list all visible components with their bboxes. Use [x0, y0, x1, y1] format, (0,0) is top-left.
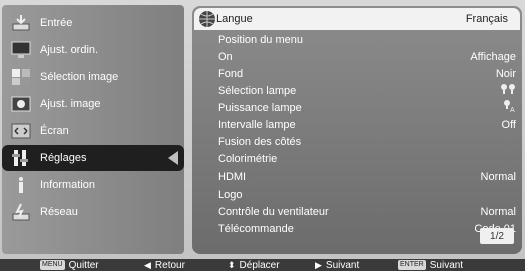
sidebar-item-label: Sélection image: [40, 71, 119, 83]
menu-row-label: Télécommande: [218, 222, 294, 235]
help-back: ◀ Retour: [144, 259, 185, 271]
menu-row-value: Normal: [480, 170, 516, 183]
menu-row-intervalle-lampe[interactable]: Intervalle lampe Off: [218, 116, 516, 133]
menu-row-label: Colorimétrie: [218, 152, 278, 165]
image-adjust-icon: [10, 94, 32, 114]
sidebar-item-ajust-image[interactable]: Ajust. image: [2, 91, 184, 117]
arrow-right-icon: ▶: [315, 259, 322, 270]
help-back-label: Retour: [154, 259, 185, 271]
projector-menu-frame: Entrée Ajust. ordin. Sélection image Aju…: [0, 0, 525, 259]
enter-key-icon: ENTER: [398, 260, 426, 270]
menu-row-puissance-lampe[interactable]: Puissance lampe A: [218, 99, 516, 116]
screen-icon: [10, 121, 32, 141]
help-next: ▶ Suivant: [315, 259, 359, 271]
menu-row-hdmi[interactable]: HDMI Normal: [218, 168, 516, 185]
menu-row-fusion-cotes[interactable]: Fusion des côtés: [218, 133, 516, 150]
menu-row-value: Normal: [480, 205, 516, 218]
help-next-label: Suivant: [325, 259, 360, 271]
sidebar: Entrée Ajust. ordin. Sélection image Aju…: [2, 5, 184, 254]
menu-row-fond[interactable]: Fond Noir: [218, 65, 516, 82]
information-icon: [10, 175, 32, 195]
menu-row-label: Sélection lampe: [218, 84, 297, 97]
sidebar-item-reseau[interactable]: Réseau: [2, 199, 184, 225]
svg-text:A: A: [510, 107, 515, 113]
sidebar-item-reglages[interactable]: Réglages: [2, 145, 184, 171]
menu-row-value: Français: [465, 13, 508, 25]
sidebar-item-label: Ajust. ordin.: [40, 44, 99, 56]
menu-row-label: Puissance lampe: [218, 101, 302, 114]
sidebar-item-label: Écran: [40, 125, 69, 137]
menu-row-colorimetrie[interactable]: Colorimétrie: [218, 150, 516, 167]
page-indicator: 1/2: [480, 228, 514, 244]
image-select-icon: [10, 67, 32, 87]
help-move-label: Déplacer: [239, 259, 280, 271]
menu-row-value: Off: [501, 118, 516, 131]
arrow-up-down-icon: ⬍: [228, 259, 236, 270]
menu-row-telecommande[interactable]: Télécommande Code 01: [218, 220, 516, 237]
menu-row-label: On: [218, 50, 233, 63]
menu-row-langue[interactable]: Langue Français: [194, 8, 520, 30]
sidebar-item-label: Entrée: [40, 17, 73, 29]
sidebar-item-entree[interactable]: Entrée: [2, 10, 184, 36]
help-quit: MENU Quitter: [40, 259, 99, 271]
menu-row-label: Logo: [218, 188, 243, 201]
globe-icon: [199, 11, 215, 27]
sidebar-item-information[interactable]: Information: [2, 172, 184, 198]
sidebar-item-label: Réseau: [40, 206, 78, 218]
settings-icon: [10, 148, 32, 168]
input-icon: [10, 13, 32, 33]
dual-lamp-icon: [500, 83, 516, 98]
menu-row-position-menu[interactable]: Position du menu: [218, 31, 516, 48]
help-quit-label: Quitter: [68, 259, 99, 271]
menu-row-label: Fond: [218, 67, 244, 80]
menu-row-value: Affichage: [470, 50, 516, 63]
menu-row-label: Fusion des côtés: [218, 135, 302, 148]
menu-row-on[interactable]: On Affichage: [218, 48, 516, 65]
network-icon: [10, 202, 32, 222]
sidebar-item-selection-image[interactable]: Sélection image: [2, 64, 184, 90]
settings-panel: Langue Français Position du menu On Affi…: [192, 6, 522, 254]
help-bar: MENU Quitter ◀ Retour ⬍ Déplacer ▶ Suiva…: [0, 259, 525, 271]
menu-key-icon: MENU: [40, 260, 65, 270]
menu-row-label: Position du menu: [218, 33, 303, 46]
menu-row-selection-lampe[interactable]: Sélection lampe: [218, 82, 516, 99]
menu-row-label: Contrôle du ventilateur: [218, 205, 329, 218]
help-move: ⬍ Déplacer: [228, 259, 280, 271]
help-enter: ENTER Suivant: [398, 259, 463, 271]
menu-row-label: Langue: [216, 13, 253, 25]
help-enter-label: Suivant: [429, 259, 464, 271]
menu-row-controle-ventilateur[interactable]: Contrôle du ventilateur Normal: [218, 203, 516, 220]
sidebar-item-label: Réglages: [40, 152, 87, 164]
lamp-auto-icon: A: [502, 99, 516, 116]
menu-row-label: HDMI: [218, 170, 247, 183]
arrow-left-icon: ◀: [144, 259, 151, 270]
menu-row-value: Noir: [495, 67, 516, 80]
sidebar-item-label: Information: [40, 179, 96, 191]
sidebar-item-ajust-ordin[interactable]: Ajust. ordin.: [2, 37, 184, 63]
menu-row-label: Intervalle lampe: [218, 118, 296, 131]
sidebar-item-label: Ajust. image: [40, 98, 101, 110]
computer-icon: [10, 40, 32, 60]
menu-row-logo[interactable]: Logo: [218, 186, 516, 203]
sidebar-item-ecran[interactable]: Écran: [2, 118, 184, 144]
